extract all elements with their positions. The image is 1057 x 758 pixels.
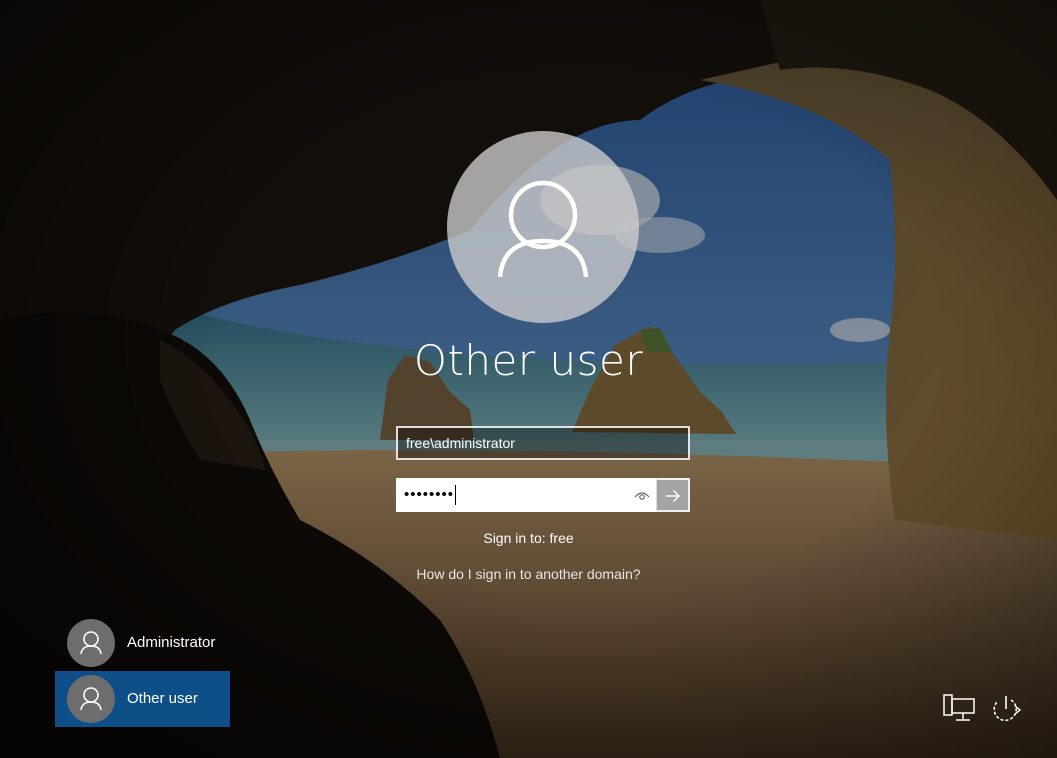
password-field[interactable]: •••••••• [396,478,690,512]
user-icon [497,180,589,278]
submit-button[interactable] [656,478,690,512]
username-input[interactable]: free\administrator [396,426,690,460]
sign-in-domain-text: Sign in to: free [483,530,574,546]
user-tile-other-user[interactable]: Other user [55,671,230,727]
other-domain-link-row: How do I sign in to another domain? [0,566,1057,582]
network-icon[interactable] [942,692,976,724]
arrow-right-icon [666,490,680,502]
text-caret [455,485,457,506]
selected-user-name: Other user [413,336,644,385]
user-tile-administrator[interactable]: Administrator [55,615,230,671]
user-icon [80,687,102,711]
user-icon [80,631,102,655]
password-mask: •••••••• [404,486,455,503]
password-input[interactable]: •••••••• [404,480,457,510]
user-tile-label: Other user [127,690,198,707]
eye-icon[interactable] [634,488,650,502]
tile-avatar [67,619,115,667]
user-tile-label: Administrator [127,634,216,651]
user-avatar-large [447,131,639,323]
other-domain-link[interactable]: How do I sign in to another domain? [416,566,640,582]
tile-avatar [67,675,115,723]
lock-screen: Other user free\administrator •••••••• S… [0,0,1057,758]
power-icon[interactable] [989,692,1023,724]
